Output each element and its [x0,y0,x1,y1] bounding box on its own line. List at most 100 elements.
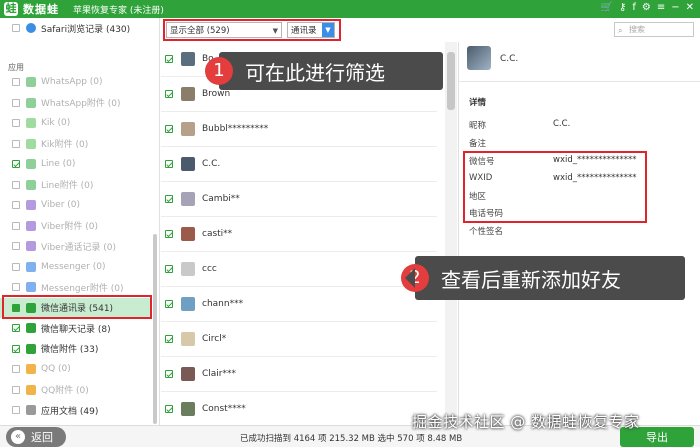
sidebar-item-label: Safari浏览记录 (430) [41,24,131,35]
close-icon[interactable]: ✕ [686,2,694,13]
sidebar-item-label: Messenger (0) [41,261,106,272]
sidebar-item[interactable]: 微信附件 (33) [0,339,152,359]
contact-row[interactable]: casti** [161,217,437,252]
scrollbar-thumb[interactable] [447,52,455,110]
sidebar-item-label: Messenger附件 (0) [41,283,124,294]
back-button[interactable]: « 返回 [6,427,66,447]
search-icon: ⌕ [618,26,623,35]
contact-row[interactable]: Cambi** [161,182,437,217]
cart-icon[interactable]: 🛒 [601,2,613,13]
detail-contact-name: C.C. [500,54,519,64]
sidebar-item[interactable]: Line附件 (0) [0,175,152,195]
sidebar-item-label: Viber通话记录 (0) [41,242,117,253]
wechat-icon [26,323,36,333]
sidebar-item[interactable]: Kik (0) [0,113,152,133]
contact-row[interactable]: chann*** [161,287,437,322]
sidebar-item[interactable]: Viber (0) [0,195,152,215]
whatsapp-icon [26,77,36,87]
sidebar-item[interactable]: QQ附件 (0) [0,380,152,400]
checkbox[interactable] [165,335,173,343]
contact-name: Const**** [202,404,246,414]
avatar [181,297,195,311]
contact-row[interactable]: Clair*** [161,357,437,392]
checkbox[interactable] [12,262,20,271]
checkbox[interactable] [12,180,20,189]
sidebar-item[interactable]: Viber附件 (0) [0,216,152,236]
callout-text: 查看后重新添加好友 [441,267,621,292]
sidebar-item-label: QQ (0) [41,364,71,374]
checkbox[interactable] [12,98,20,107]
contact-list: Bo Brown Bubbl********* C.C. Cambi** casti** c… [161,42,445,425]
sidebar-item[interactable]: WhatsApp (0) [0,72,152,92]
list-scrollbar[interactable] [445,42,457,425]
sidebar-item-safari-history[interactable]: Safari浏览记录 (430) [0,18,152,38]
search-input[interactable]: ⌕ 搜索 [614,22,694,37]
sidebar-item[interactable]: 微信聊天记录 (8) [0,318,152,338]
checkbox[interactable] [12,24,20,32]
contact-name: chann*** [202,299,244,309]
checkbox[interactable] [12,242,20,250]
callout-readd-hint: 2 查看后重新添加好友 [401,256,685,300]
sidebar-item[interactable]: Line (0) [0,154,152,174]
sidebar-item[interactable]: 应用文档 (49) [0,400,152,420]
avatar [181,157,195,171]
checkbox[interactable] [165,370,173,378]
callout-text: 可在此进行筛选 [245,60,385,85]
checkbox[interactable] [165,300,173,308]
checkbox[interactable] [165,195,173,203]
checkbox[interactable] [165,405,173,413]
watermark: 掘金技术社区 @ 数据蛙恢复专家 [412,413,640,431]
contact-row[interactable]: C.C. [161,147,437,182]
app-logo-icon: 蛙 [4,2,18,16]
checkbox[interactable] [12,283,20,291]
checkbox[interactable] [12,221,20,230]
contact-row[interactable]: Circl* [161,322,437,357]
key-icon[interactable]: ⚷ [619,2,626,13]
title-bar: 蛙 数据蛙 苹果恢复专家 (未注册) 🛒 ⚷ f ⚙ ≡ − ✕ [0,0,700,18]
contact-row[interactable]: Bubbl********* [161,112,437,147]
menu-icon[interactable]: ≡ [657,2,665,13]
contact-name: ccc [202,264,217,274]
sidebar-item[interactable]: Messenger (0) [0,257,152,277]
checkbox[interactable] [12,365,20,373]
qq-icon [26,364,36,374]
checkbox[interactable] [12,201,20,209]
checkbox[interactable] [12,119,20,127]
viber-icon [26,241,36,251]
checkbox[interactable] [12,78,20,86]
checkbox[interactable] [12,406,20,414]
checkbox[interactable] [12,344,20,353]
sidebar: Safari浏览记录 (430) 应用 WhatsApp (0) WhatsApp… [0,18,160,425]
checkbox[interactable] [165,55,173,63]
minimize-icon[interactable]: − [671,2,679,13]
contact-row[interactable]: Const**** [161,392,437,425]
facebook-icon[interactable]: f [632,2,636,13]
search-placeholder: 搜索 [629,25,645,34]
checkbox[interactable] [12,139,20,148]
sidebar-scrollbar[interactable] [153,234,157,424]
sidebar-item[interactable]: Viber通话记录 (0) [0,236,152,256]
checkbox[interactable] [12,160,20,168]
sidebar-item[interactable]: QQ (0) [0,359,152,379]
checkbox[interactable] [165,230,173,238]
checkbox[interactable] [165,160,173,168]
avatar [181,192,195,206]
sidebar-item[interactable]: Kik附件 (0) [0,134,152,154]
sidebar-item-label: Line (0) [41,159,76,169]
contact-name: casti** [202,229,233,239]
avatar [181,87,195,101]
sidebar-item-label: WhatsApp (0) [41,77,103,87]
checkbox[interactable] [12,385,20,394]
callout-number-badge: 1 [205,57,233,85]
qq-icon [26,384,36,395]
sidebar-item-label: QQ附件 (0) [41,386,89,396]
sidebar-item-label: Line附件 (0) [41,181,94,191]
checkbox[interactable] [165,125,173,133]
line-icon [26,179,36,190]
sidebar-item[interactable]: WhatsApp附件 (0) [0,93,152,113]
checkbox[interactable] [165,90,173,98]
checkbox[interactable] [165,265,173,273]
window-controls: 🛒 ⚷ f ⚙ ≡ − ✕ [601,2,694,13]
settings-icon[interactable]: ⚙ [642,2,651,13]
checkbox[interactable] [12,324,20,332]
